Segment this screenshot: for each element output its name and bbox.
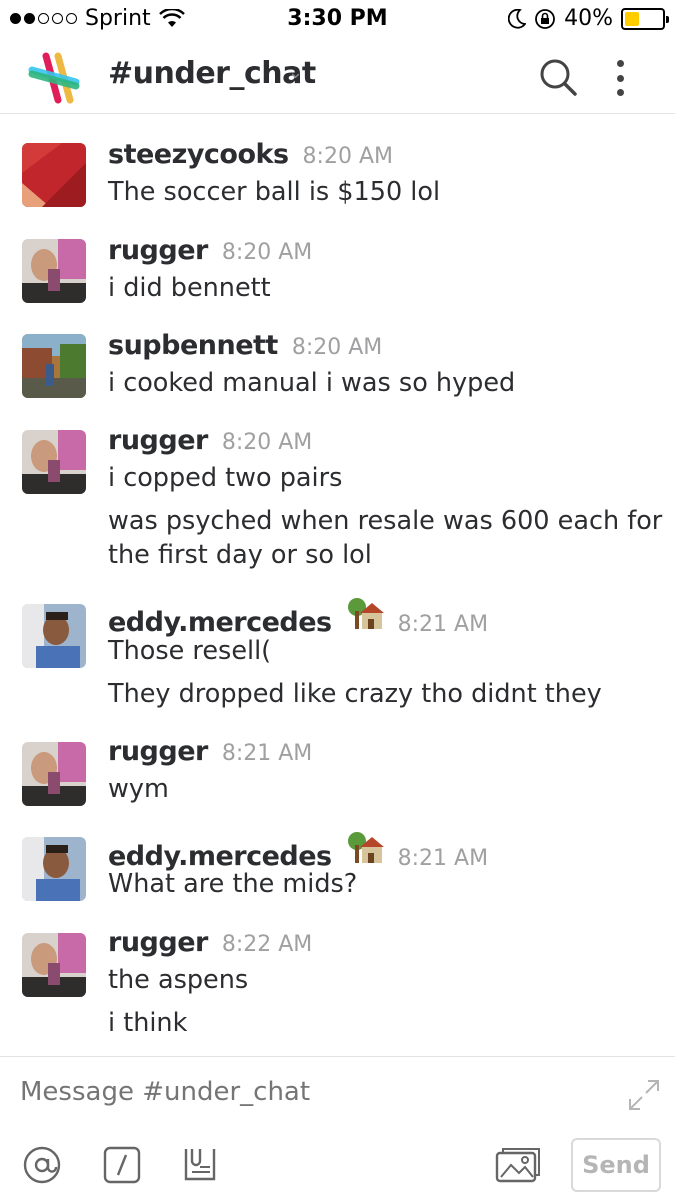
message-text: The soccer ball is $150 lol: [108, 177, 441, 207]
message-text: the aspens: [108, 965, 249, 995]
avatar[interactable]: [22, 604, 86, 668]
avatar-image: [22, 239, 86, 303]
battery-percent: 40%: [564, 6, 613, 31]
timestamp: 8:20 AM: [302, 144, 393, 169]
avatar[interactable]: [22, 742, 86, 806]
status-right: 40%: [508, 6, 669, 31]
username[interactable]: rugger: [108, 736, 208, 767]
username[interactable]: supbennett: [108, 330, 278, 361]
message-meta: rugger 8:20 AM: [108, 425, 312, 456]
rotation-lock-icon: [535, 8, 555, 29]
avatar[interactable]: [22, 239, 86, 303]
avatar-image: [22, 933, 86, 997]
message-meta: steezycooks 8:20 AM: [108, 139, 393, 170]
message-meta: rugger 8:22 AM: [108, 927, 312, 958]
username[interactable]: rugger: [108, 425, 208, 456]
house-emoji-icon: [347, 598, 384, 629]
avatar[interactable]: [22, 933, 86, 997]
send-button[interactable]: Send: [571, 1138, 661, 1192]
avatar-image: [22, 604, 86, 668]
message-text: Those resell(: [108, 636, 272, 666]
slash-command-icon[interactable]: [102, 1145, 142, 1185]
timestamp: 8:22 AM: [221, 932, 313, 957]
timestamp: 8:20 AM: [221, 430, 313, 455]
at-mention-icon[interactable]: [22, 1145, 62, 1185]
avatar-image: [22, 837, 86, 901]
message-list[interactable]: steezycooks 8:20 AM The soccer ball is $…: [0, 115, 675, 1055]
timestamp: 8:21 AM: [221, 741, 313, 766]
channel-header: #under_chat ⌄: [0, 40, 675, 114]
status-bar: Sprint 3:30 PM 40%: [0, 0, 675, 40]
more-vertical-icon[interactable]: [606, 58, 634, 98]
search-icon[interactable]: [537, 56, 579, 98]
avatar[interactable]: [22, 334, 86, 398]
message-input[interactable]: [20, 1077, 580, 1107]
message-text: i did bennett: [108, 273, 271, 303]
avatar-image: [22, 143, 86, 207]
timestamp: 8:20 AM: [221, 240, 313, 265]
username[interactable]: rugger: [108, 235, 208, 266]
message-meta: supbennett 8:20 AM: [108, 330, 382, 361]
moon-icon: [508, 8, 527, 29]
message-meta: eddy.mercedes 8:21 AM: [108, 831, 488, 872]
avatar[interactable]: [22, 430, 86, 494]
username[interactable]: rugger: [108, 927, 208, 958]
house-emoji-icon: [347, 832, 384, 863]
message-text: What are the mids?: [108, 869, 358, 899]
message-text: i copped two pairs: [108, 463, 343, 493]
message-text: wym: [108, 774, 169, 804]
message-meta: rugger 8:20 AM: [108, 235, 312, 266]
battery-level-fill: [625, 11, 640, 26]
username[interactable]: steezycooks: [108, 139, 289, 170]
avatar-image: [22, 742, 86, 806]
file-upload-icon[interactable]: [180, 1145, 220, 1185]
photo-icon[interactable]: [495, 1145, 541, 1185]
avatar[interactable]: [22, 143, 86, 207]
message-text: the first day or so lol: [108, 540, 372, 570]
avatar-image: [22, 430, 86, 494]
chevron-down-icon[interactable]: ⌄: [288, 62, 303, 83]
avatar[interactable]: [22, 837, 86, 901]
message-meta: eddy.mercedes 8:21 AM: [108, 597, 488, 638]
message-meta: rugger 8:21 AM: [108, 736, 312, 767]
message-text: i cooked manual i was so hyped: [108, 368, 516, 398]
message-text: They dropped like crazy tho didnt they: [108, 679, 602, 709]
slack-logo[interactable]: [28, 52, 80, 104]
channel-title[interactable]: #under_chat: [108, 56, 316, 91]
message-text: was psyched when resale was 600 each for: [108, 506, 663, 536]
expand-icon[interactable]: [626, 1077, 662, 1113]
timestamp: 8:20 AM: [291, 335, 383, 360]
message-text: i think: [108, 1008, 188, 1038]
battery-icon: [621, 7, 669, 30]
message-composer: Send: [0, 1056, 675, 1200]
avatar-image: [22, 334, 86, 398]
